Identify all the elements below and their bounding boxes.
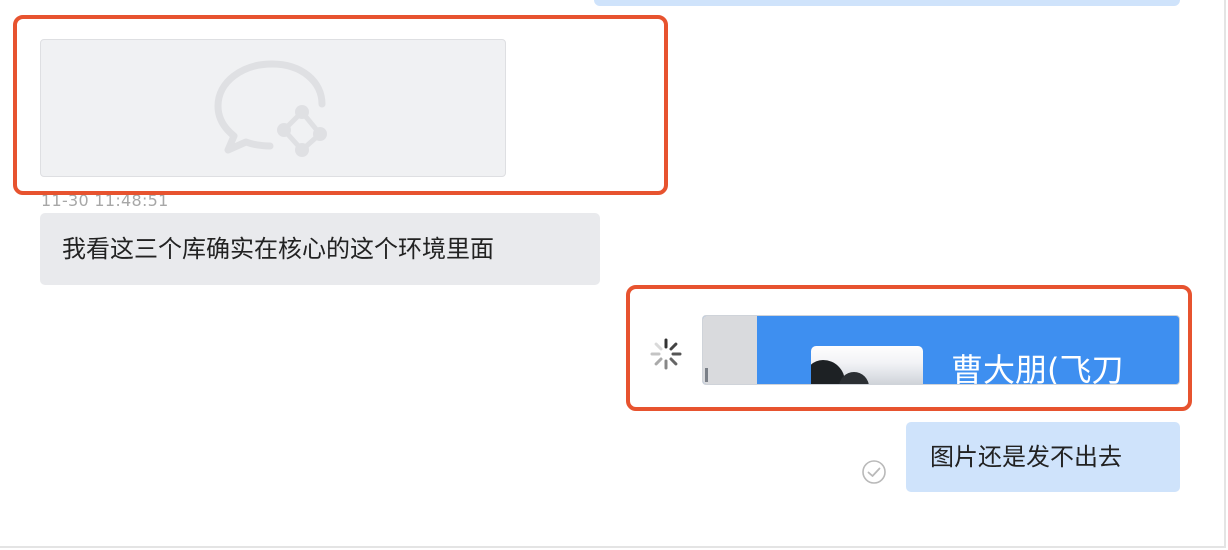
annotation-box-sending-image xyxy=(626,285,1192,411)
annotation-box-failed-image xyxy=(13,15,668,195)
previous-message-bubble[interactable] xyxy=(594,0,1180,6)
check-circle-icon xyxy=(862,460,886,484)
outgoing-text-message[interactable]: 图片还是发不出去 xyxy=(906,422,1180,492)
incoming-text-message[interactable]: 我看这三个库确实在核心的这个环境里面 xyxy=(40,213,600,285)
